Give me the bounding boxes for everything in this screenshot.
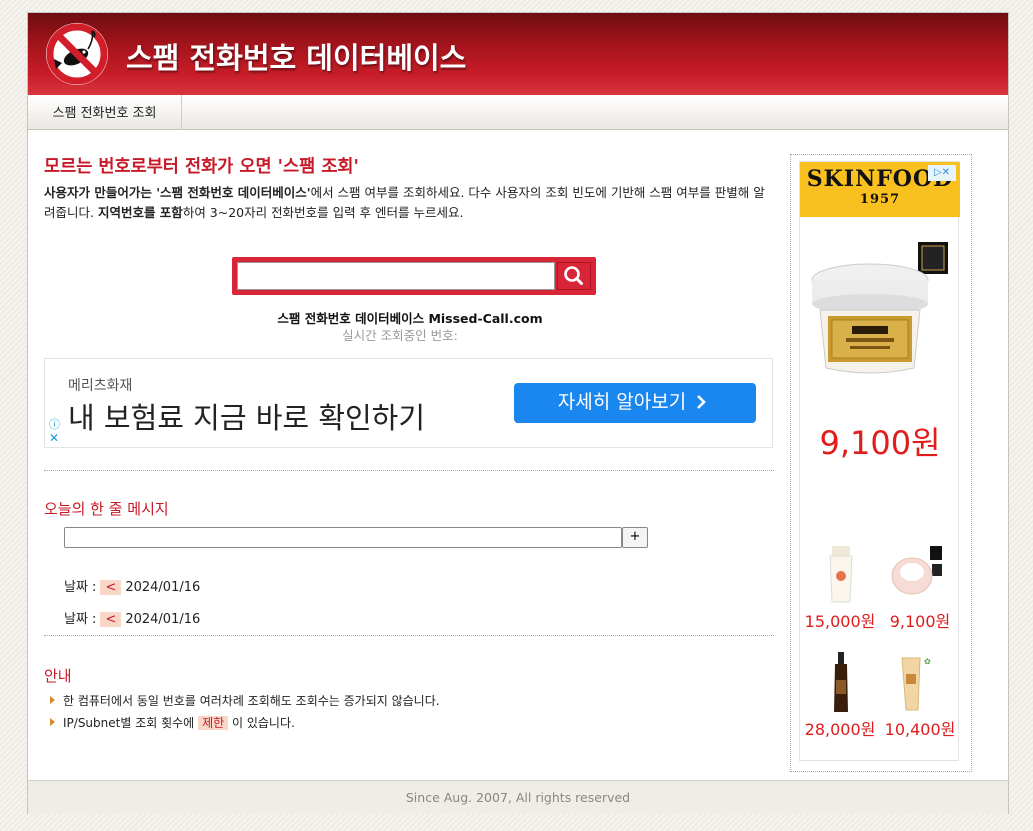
skinfood-ad[interactable]: SKINFOOD 1957 ▷✕ 9,100원 15,000원 9,100원 ✿… xyxy=(799,161,960,761)
cushion-compact-image[interactable] xyxy=(890,546,946,604)
date-row: 날짜 : <2024/01/16 xyxy=(64,576,200,595)
main-nav: 스팸 전화번호 조회 xyxy=(28,95,1008,130)
svg-text:✿: ✿ xyxy=(924,657,931,666)
date-label: 날짜 : xyxy=(64,612,97,627)
chevron-right-icon xyxy=(697,395,707,409)
desc-bold-2: 지역번호를 포함 xyxy=(97,205,183,220)
divider xyxy=(44,635,774,636)
daily-message-input[interactable] xyxy=(64,527,622,548)
bullet-triangle-icon xyxy=(50,696,55,704)
date-row: 날짜 : <2024/01/16 xyxy=(64,608,200,627)
intro-description: 사용자가 만들어가는 '스팸 전화번호 데이터베이스'에서 스팸 여부를 조회하… xyxy=(44,183,772,223)
site-footer: Since Aug. 2007, All rights reserved xyxy=(28,780,1008,814)
ad-banner[interactable]: 메리츠화재 내 보험료 지금 바로 확인하기 자세히 알아보기 ⓘ ✕ xyxy=(44,358,773,448)
sugar-mask-jar-image[interactable] xyxy=(806,240,954,380)
date-value: 2024/01/16 xyxy=(125,580,201,595)
date-value: 2024/01/16 xyxy=(125,612,201,627)
notice-item: IP/Subnet별 조회 횟수에 제한 이 있습니다. xyxy=(50,714,295,731)
ad-cta-label: 자세히 알아보기 xyxy=(557,391,687,413)
add-message-button[interactable]: + xyxy=(622,527,648,548)
ad-headline[interactable]: 내 보험료 지금 바로 확인하기 xyxy=(68,395,425,437)
notice-item-text: IP/Subnet별 조회 횟수에 xyxy=(63,716,195,730)
skinfood-year: 1957 xyxy=(859,192,901,207)
search-button[interactable] xyxy=(557,262,591,290)
desc-bold-1: 사용자가 만들어가는 '스팸 전화번호 데이터베이스' xyxy=(44,185,311,200)
sidebar-ad-frame: SKINFOOD 1957 ▷✕ 9,100원 15,000원 9,100원 ✿… xyxy=(790,154,972,772)
product-price[interactable]: 9,100원 xyxy=(880,608,960,632)
page-headline: 모르는 번호로부터 전화가 오면 '스팸 조회' xyxy=(44,157,359,177)
product-price[interactable]: 28,000원 xyxy=(800,716,880,740)
oil-bottle-image[interactable] xyxy=(830,652,852,714)
ad-advertiser[interactable]: 메리츠화재 xyxy=(68,375,132,395)
ad-info-icon[interactable]: ⓘ xyxy=(49,416,60,432)
brand-line-domain: Missed-Call.com xyxy=(428,311,543,326)
product-price[interactable]: 15,000원 xyxy=(800,608,880,632)
bullet-triangle-icon xyxy=(50,718,55,726)
notice-item-text: 이 있습니다. xyxy=(231,716,295,730)
phone-search-input[interactable] xyxy=(237,262,555,290)
search-box xyxy=(232,257,596,295)
ad-cta-button[interactable]: 자세히 알아보기 xyxy=(514,383,756,423)
page-container: 스팸 전화번호 데이터베이스 스팸 전화번호 조회 모르는 번호로부터 전화가 … xyxy=(27,12,1009,814)
prev-date-button[interactable]: < xyxy=(100,580,122,595)
daily-message-title: 오늘의 한 줄 메시지 xyxy=(44,500,169,518)
realtime-lookup-label: 실시간 조회중인 번호: xyxy=(342,328,458,343)
sunscreen-tube-image[interactable] xyxy=(826,546,856,604)
desc-text-2: 하여 3~20자리 전화번호를 입력 후 엔터를 누르세요. xyxy=(182,205,464,220)
date-label: 날짜 : xyxy=(64,580,97,595)
notice-item: 한 컴퓨터에서 동일 번호를 여러차례 조회해도 조회수는 증가되지 않습니다. xyxy=(50,692,440,709)
cleansing-foam-tube-image[interactable]: ✿ xyxy=(896,652,936,714)
prev-date-button[interactable]: < xyxy=(100,612,122,627)
notice-title: 안내 xyxy=(44,667,72,685)
brand-line-prefix: 스팸 전화번호 데이터베이스 xyxy=(277,311,429,326)
ad-close-icon[interactable]: ✕ xyxy=(49,431,59,445)
main-product-price[interactable]: 9,100원 xyxy=(800,418,960,464)
nav-tab-spam-lookup[interactable]: 스팸 전화번호 조회 xyxy=(28,95,182,129)
site-header: 스팸 전화번호 데이터베이스 xyxy=(28,13,1008,95)
site-title[interactable]: 스팸 전화번호 데이터베이스 xyxy=(126,35,466,77)
notice-item-text: 한 컴퓨터에서 동일 번호를 여러차례 조회해도 조회수는 증가되지 않습니다. xyxy=(63,694,440,708)
adchoices-icon[interactable]: ▷✕ xyxy=(928,165,956,181)
product-price[interactable]: 10,400원 xyxy=(880,716,960,740)
notice-highlight: 제한 xyxy=(198,716,229,730)
divider xyxy=(44,470,774,471)
no-fishing-logo-icon[interactable] xyxy=(44,21,110,87)
search-icon xyxy=(564,266,583,285)
